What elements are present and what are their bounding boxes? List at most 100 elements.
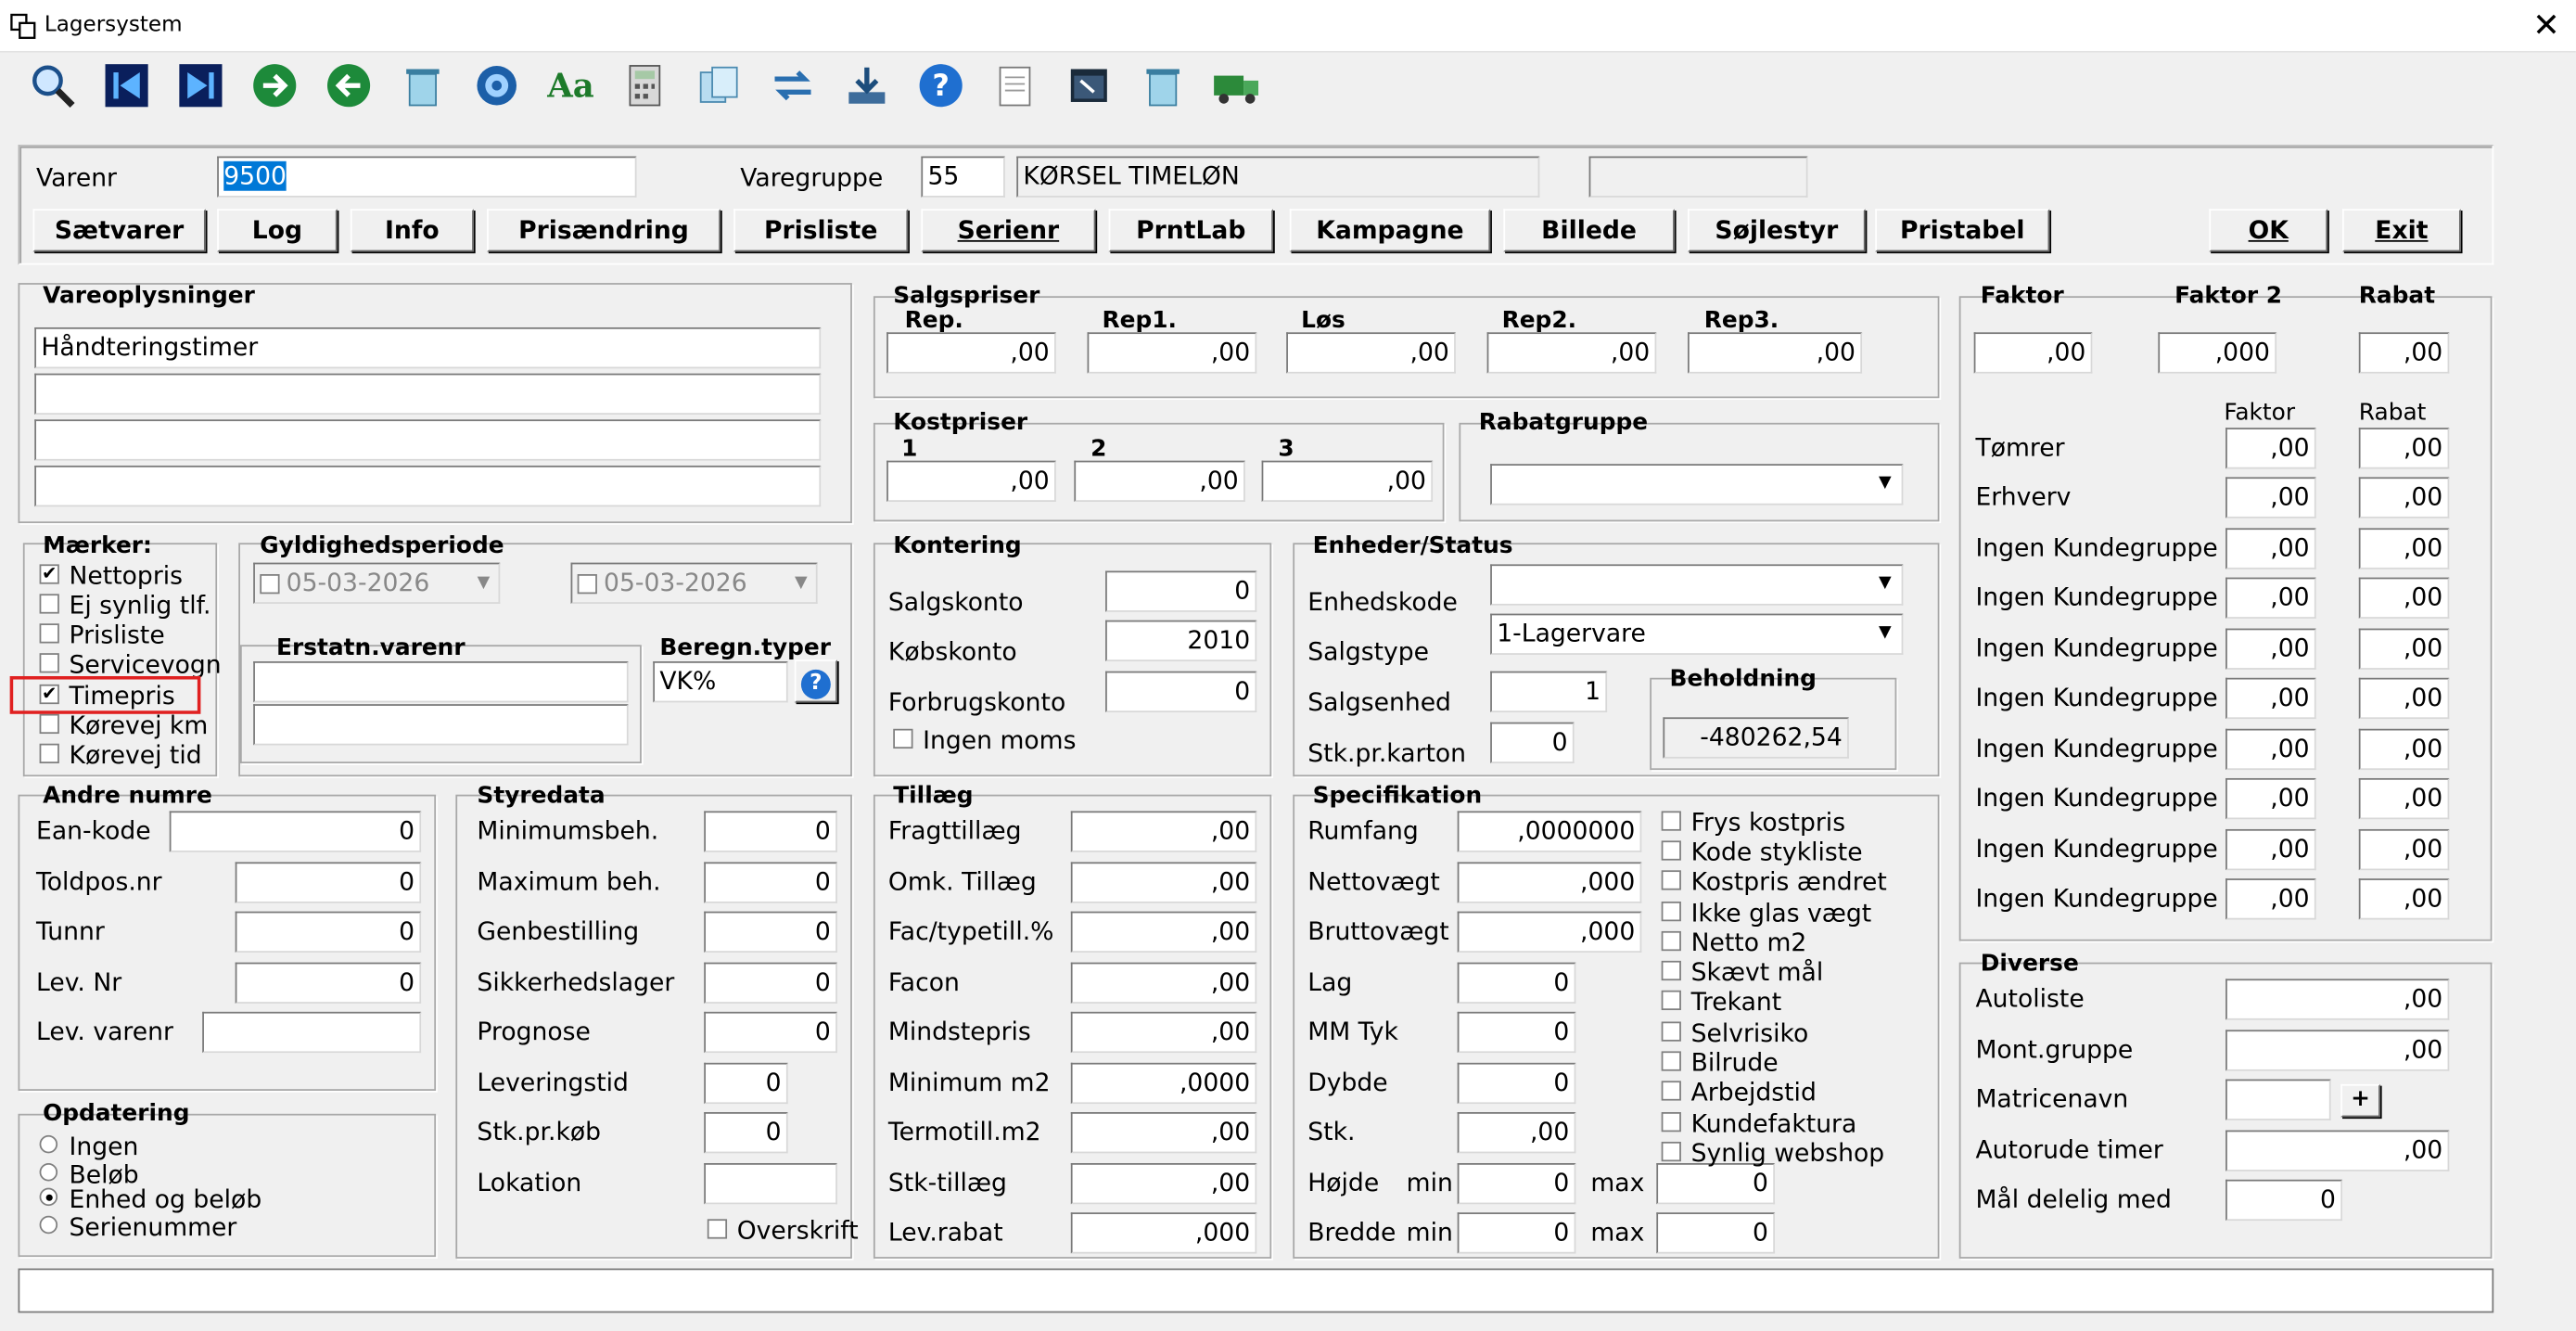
transfer-icon[interactable] [767, 59, 820, 112]
bruttovaegt-input[interactable]: ,000 [1457, 911, 1642, 953]
varegruppe-input[interactable]: 55 [921, 156, 1005, 198]
dybde-input[interactable]: 0 [1457, 1062, 1576, 1105]
log-button[interactable]: Log [217, 209, 338, 252]
rep3-input[interactable]: ,00 [1688, 332, 1863, 374]
bredde-max-input[interactable]: 0 [1656, 1212, 1776, 1254]
pristabel-button[interactable]: Pristabel [1875, 209, 2050, 252]
download-icon[interactable] [840, 59, 893, 112]
spec-check-1[interactable] [1661, 811, 1681, 831]
overskrift-checkbox[interactable] [707, 1219, 728, 1239]
salgstype-select[interactable]: 1-Lagervare [1490, 613, 1904, 655]
opd-ingen-radio[interactable] [39, 1134, 58, 1154]
exit-button[interactable]: Exit [2342, 209, 2461, 252]
kg-faktor-4[interactable]: ,00 [2225, 577, 2316, 619]
spec-check-11[interactable] [1661, 1112, 1681, 1133]
opd-belob-radio[interactable] [39, 1163, 58, 1182]
kg-rabat-7[interactable]: ,00 [2358, 728, 2450, 771]
spec-check-9[interactable] [1661, 1051, 1681, 1071]
recycle-icon[interactable] [1137, 59, 1190, 112]
hojde-min-input[interactable]: 0 [1457, 1163, 1576, 1205]
kg-faktor-2[interactable]: ,00 [2225, 477, 2316, 518]
vare-line-1[interactable]: Håndteringstimer [34, 326, 822, 369]
date-from[interactable]: 05-03-2026 ▼ [253, 562, 501, 604]
lag-input[interactable]: 0 [1457, 962, 1576, 1004]
maxbeh-input[interactable]: 0 [704, 862, 837, 903]
kg-rabat-1[interactable]: ,00 [2358, 428, 2450, 469]
kg-rabat-9[interactable]: ,00 [2358, 828, 2450, 871]
chevron-down-icon[interactable]: ▼ [1872, 466, 1898, 500]
erstatn-input-1[interactable] [253, 661, 629, 703]
chevron-down-icon[interactable]: ▼ [470, 566, 496, 600]
rep-input[interactable]: ,00 [886, 332, 1056, 374]
spec-check-12[interactable] [1661, 1141, 1681, 1162]
faktor2-input[interactable]: ,000 [2158, 332, 2277, 374]
sojlestyr-button[interactable]: Søjlestyr [1688, 209, 1866, 252]
close-icon[interactable]: ✕ [2527, 6, 2567, 46]
leveringstid-input[interactable]: 0 [704, 1062, 788, 1105]
sikkerhed-input[interactable]: 0 [704, 962, 837, 1004]
copy-icon[interactable] [693, 59, 746, 112]
ean-input[interactable]: 0 [169, 811, 422, 852]
spec-check-3[interactable] [1661, 870, 1681, 890]
rabatgruppe-select[interactable] [1490, 464, 1904, 506]
lokation-input[interactable] [704, 1163, 837, 1205]
help-button[interactable]: ? [794, 659, 837, 703]
varenr-input[interactable]: 9500 [217, 156, 637, 198]
spec-check-8[interactable] [1661, 1021, 1681, 1042]
stk-input[interactable]: ,00 [1457, 1112, 1576, 1154]
kg-faktor-10[interactable]: ,00 [2225, 878, 2316, 920]
spec-check-2[interactable] [1661, 840, 1681, 861]
erstatn-input-2[interactable] [253, 704, 629, 746]
spec-check-4[interactable] [1661, 901, 1681, 922]
calculator-icon[interactable] [618, 59, 671, 112]
fac-input[interactable]: ,00 [1070, 911, 1257, 953]
fragt-input[interactable]: ,00 [1070, 811, 1257, 852]
mindstepris-input[interactable]: ,00 [1070, 1011, 1257, 1054]
date-to-checkbox[interactable] [577, 574, 597, 595]
ok-button[interactable]: OK [2209, 209, 2328, 252]
korevej-tid-checkbox[interactable] [39, 743, 59, 763]
toldpos-input[interactable]: 0 [235, 862, 422, 903]
kost1-input[interactable]: ,00 [886, 460, 1056, 502]
rep1-input[interactable]: ,00 [1087, 332, 1257, 374]
kg-faktor-6[interactable]: ,00 [2225, 677, 2316, 720]
nettovaegt-input[interactable]: ,000 [1457, 862, 1642, 903]
window-icon[interactable] [1063, 59, 1116, 112]
help-icon[interactable]: ? [914, 59, 967, 112]
kg-faktor-3[interactable]: ,00 [2225, 528, 2316, 570]
stktillaeg-input[interactable]: ,00 [1070, 1163, 1257, 1205]
rumfang-input[interactable]: ,0000000 [1457, 811, 1642, 852]
first-record-icon[interactable] [100, 59, 153, 112]
kampagne-button[interactable]: Kampagne [1289, 209, 1491, 252]
hojde-max-input[interactable]: 0 [1656, 1163, 1776, 1205]
maal-input[interactable]: 0 [2225, 1179, 2343, 1222]
kg-rabat-8[interactable]: ,00 [2358, 777, 2450, 820]
prisliste-button[interactable]: Prisliste [733, 209, 909, 252]
bredde-min-input[interactable]: 0 [1457, 1212, 1576, 1254]
search-icon[interactable] [26, 59, 79, 112]
ej-synlig-checkbox[interactable] [39, 594, 59, 614]
spec-check-7[interactable] [1661, 990, 1681, 1011]
serienr-button[interactable]: Serienr [921, 209, 1096, 252]
truck-icon[interactable] [1211, 59, 1264, 112]
prognose-input[interactable]: 0 [704, 1011, 837, 1054]
kg-faktor-7[interactable]: ,00 [2225, 728, 2316, 771]
forbrugskonto-input[interactable]: 0 [1105, 671, 1257, 713]
nettopris-checkbox[interactable]: ✔ [39, 564, 59, 584]
notes-icon[interactable] [988, 59, 1041, 112]
matrice-input[interactable] [2225, 1079, 2331, 1120]
salgsenhed-input[interactable]: 1 [1490, 671, 1608, 713]
kg-rabat-10[interactable]: ,00 [2358, 878, 2450, 920]
kost2-input[interactable]: ,00 [1074, 460, 1245, 502]
rabat-input[interactable]: ,00 [2358, 332, 2450, 374]
info-button[interactable]: Info [350, 209, 474, 252]
spec-check-5[interactable] [1661, 930, 1681, 952]
matrice-plus-button[interactable]: + [2340, 1083, 2380, 1118]
ingen-moms-checkbox[interactable] [893, 728, 913, 749]
vare-line-3[interactable] [34, 419, 822, 461]
kg-faktor-1[interactable]: ,00 [2225, 428, 2316, 469]
beregn-input[interactable]: VK% [653, 661, 788, 703]
genbestilling-input[interactable]: 0 [704, 911, 837, 953]
target-icon[interactable] [470, 59, 523, 112]
kg-faktor-8[interactable]: ,00 [2225, 777, 2316, 820]
